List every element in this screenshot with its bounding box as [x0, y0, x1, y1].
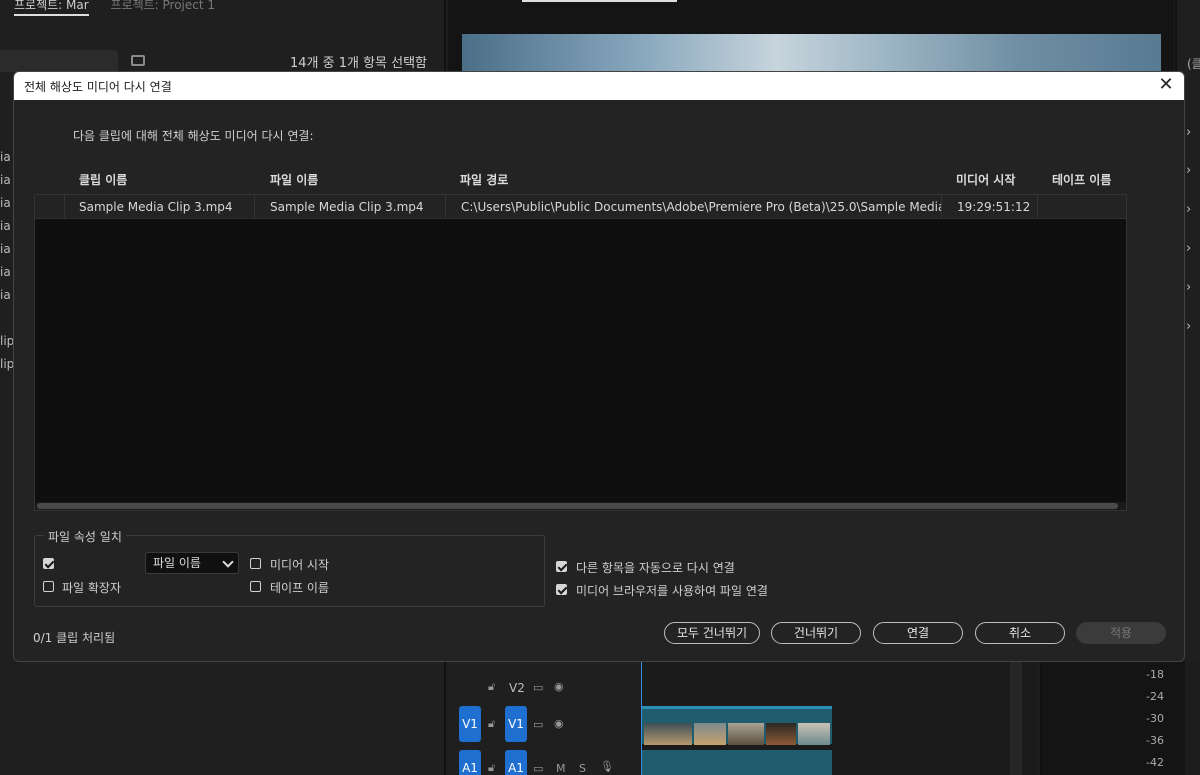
- cell-media-start: 19:29:51:12: [942, 195, 1038, 219]
- tab-project-1[interactable]: 프로젝트: Project 1: [111, 0, 216, 12]
- tape-name-label: 테이프 이름: [270, 581, 330, 595]
- row-gutter: [35, 195, 65, 219]
- chevron-right-icon[interactable]: ›: [1186, 202, 1191, 217]
- close-icon[interactable]: ✕: [1156, 75, 1176, 95]
- media-start-checkbox[interactable]: [250, 558, 261, 569]
- chevron-right-icon[interactable]: ›: [1186, 280, 1191, 295]
- media-start-label: 미디어 시작: [270, 558, 330, 572]
- clip-thumbnail: [798, 723, 830, 745]
- audio-clips[interactable]: [642, 750, 832, 775]
- list-item[interactable]: ia (: [0, 219, 14, 242]
- selection-count: 14개 중 1개 항목 선택함: [290, 56, 428, 71]
- lock-icon[interactable]: 🔓︎: [488, 680, 495, 694]
- table-row[interactable]: Sample Media Clip 3.mp4 Sample Media Cli…: [35, 195, 1126, 219]
- column-header-clip-name[interactable]: 클립 이름: [79, 171, 127, 188]
- connect-button[interactable]: 연결: [873, 622, 963, 644]
- list-item[interactable]: lip: [0, 357, 14, 380]
- meter-tick: -30: [1146, 712, 1164, 725]
- file-extension-checkbox[interactable]: [43, 581, 54, 592]
- meter-tick: -24: [1146, 690, 1164, 703]
- clip-thumbnail: [694, 723, 726, 745]
- program-tab-indicator: [522, 0, 677, 2]
- playhead[interactable]: [641, 662, 642, 775]
- solo-button[interactable]: S: [579, 762, 586, 775]
- right-panel-header: (클: [1187, 57, 1200, 71]
- video-clips[interactable]: [642, 706, 832, 745]
- list-item[interactable]: ia (: [0, 288, 14, 311]
- list-item[interactable]: ia (: [0, 265, 14, 288]
- relink-dialog: 전체 해상도 미디어 다시 연결 ✕ 다음 클립에 대해 전체 해상도 미디어 …: [13, 71, 1185, 662]
- list-item[interactable]: ia (: [0, 196, 14, 219]
- clip-thumbnail: [766, 723, 796, 745]
- microphone-icon[interactable]: 🎙︎: [600, 760, 614, 773]
- file-extension-label: 파일 확장자: [62, 581, 122, 595]
- column-header-media-start[interactable]: 미디어 시작: [956, 171, 1015, 188]
- scrollbar-thumb[interactable]: [37, 503, 1118, 509]
- project-tabs: 프로젝트: Mar 프로젝트: Project 1: [14, 0, 216, 16]
- dialog-titlebar: 전체 해상도 미디어 다시 연결 ✕: [14, 72, 1184, 100]
- list-item[interactable]: ia (: [0, 242, 14, 265]
- media-browser-label: 미디어 브라우저를 사용하여 파일 연결: [576, 584, 768, 598]
- auto-relink-label: 다른 항목을 자동으로 다시 연결: [576, 561, 735, 575]
- mute-button[interactable]: M: [556, 762, 566, 775]
- match-field-value: 파일 이름: [153, 556, 201, 570]
- column-header-file-name[interactable]: 파일 이름: [270, 171, 318, 188]
- chevron-right-icon[interactable]: ›: [1186, 125, 1191, 140]
- track-target-a1[interactable]: A1: [505, 750, 527, 775]
- skip-all-button[interactable]: 모두 건너뛰기: [664, 622, 760, 644]
- cell-file-name: Sample Media Clip 3.mp4: [255, 195, 446, 219]
- track-label: V2: [509, 681, 525, 695]
- list-item[interactable]: ia (: [0, 150, 14, 173]
- horizontal-scrollbar[interactable]: [35, 502, 1126, 510]
- cell-tape-name: [1038, 195, 1126, 219]
- eye-icon[interactable]: ◉: [554, 717, 564, 730]
- sync-icon[interactable]: ▭: [533, 681, 543, 694]
- sync-icon[interactable]: ▭: [533, 762, 543, 775]
- media-browser-checkbox[interactable]: [556, 584, 567, 595]
- list-item[interactable]: lip: [0, 334, 14, 357]
- sync-icon[interactable]: ▭: [533, 718, 543, 731]
- search-bin-field[interactable]: [0, 50, 118, 72]
- chevron-down-icon: [222, 556, 234, 568]
- program-preview-image: [462, 34, 1161, 74]
- track-v2: 🔓︎ V2 ▭ ◉: [448, 672, 1023, 708]
- column-header-tape-name[interactable]: 테이프 이름: [1052, 171, 1111, 188]
- lock-icon[interactable]: 🔓︎: [488, 717, 495, 731]
- clip-thumbnail: [644, 723, 692, 745]
- chevron-right-icon[interactable]: ›: [1186, 163, 1191, 178]
- timeline-scrollbar[interactable]: [1010, 662, 1022, 775]
- list-item[interactable]: [0, 311, 14, 334]
- dialog-title: 전체 해상도 미디어 다시 연결: [24, 80, 172, 94]
- cell-file-path: C:\Users\Public\Public Documents\Adobe\P…: [446, 195, 942, 219]
- dialog-intro-text: 다음 클립에 대해 전체 해상도 미디어 다시 연결:: [73, 129, 314, 143]
- apply-button[interactable]: 적용: [1076, 622, 1166, 644]
- meter-tick: -42: [1146, 756, 1164, 769]
- track-target-v1[interactable]: V1: [505, 706, 527, 742]
- column-header-file-path[interactable]: 파일 경로: [460, 171, 508, 188]
- cancel-button[interactable]: 취소: [975, 622, 1065, 644]
- new-bin-icon[interactable]: [131, 55, 145, 66]
- lock-icon[interactable]: 🔓︎: [488, 761, 495, 775]
- auto-relink-checkbox[interactable]: [556, 561, 567, 572]
- tab-project-mar[interactable]: 프로젝트: Mar: [14, 0, 89, 16]
- clip-table: Sample Media Clip 3.mp4 Sample Media Cli…: [34, 194, 1127, 511]
- project-item-list: ia ( ia ( ia ( ia ( ia ( ia ( ia ( lip l…: [0, 150, 14, 380]
- chevron-right-icon[interactable]: ›: [1186, 319, 1191, 334]
- skip-button[interactable]: 건너뛰기: [771, 622, 861, 644]
- eye-icon[interactable]: ◉: [554, 680, 564, 693]
- tape-name-checkbox[interactable]: [250, 581, 261, 592]
- list-item[interactable]: ia (: [0, 173, 14, 196]
- meter-tick: -18: [1146, 668, 1164, 681]
- meter-tick: -36: [1146, 734, 1164, 747]
- cell-clip-name: Sample Media Clip 3.mp4: [65, 195, 255, 219]
- match-name-checkbox[interactable]: [43, 558, 54, 569]
- chevron-right-icon[interactable]: ›: [1186, 241, 1191, 256]
- source-patch-v1[interactable]: V1: [459, 706, 481, 742]
- progress-status: 0/1 클립 처리됨: [33, 631, 116, 645]
- match-field-select[interactable]: 파일 이름: [145, 552, 239, 574]
- clip-thumbnail: [728, 723, 764, 745]
- match-properties-legend: 파일 속성 일치: [44, 528, 126, 545]
- source-patch-a1[interactable]: A1: [459, 750, 481, 775]
